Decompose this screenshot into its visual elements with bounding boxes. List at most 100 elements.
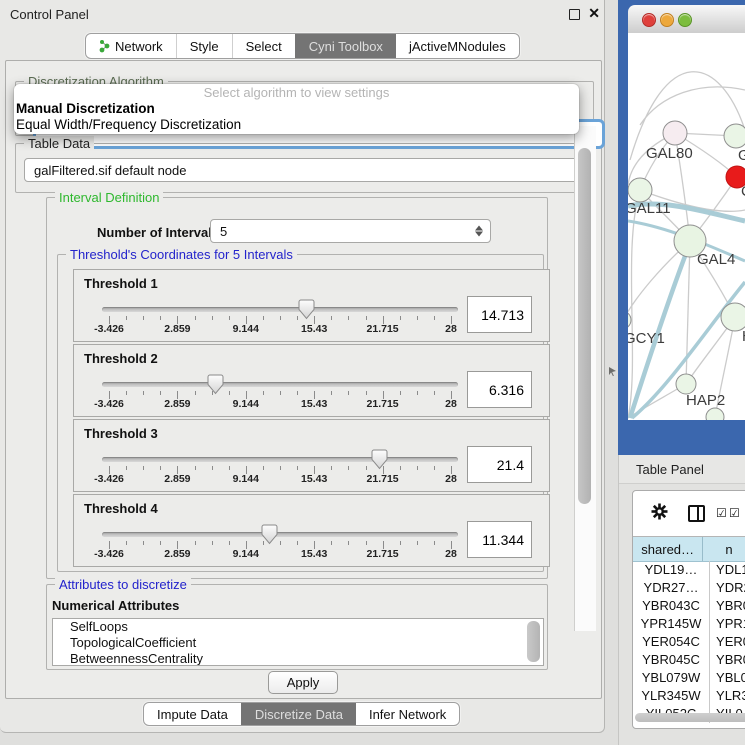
slider-tick xyxy=(366,316,367,320)
tab-select[interactable]: Select xyxy=(232,34,295,58)
cell-name[interactable]: YBR0 xyxy=(710,597,745,615)
algorithm-dropdown-popup: Select algorithm to view settings Manual… xyxy=(14,84,579,134)
slider-tick-label: 9.144 xyxy=(216,548,276,560)
cell-shared-name[interactable]: YPR145W xyxy=(633,615,710,633)
table-horizontal-scrollbar[interactable] xyxy=(635,713,745,722)
cell-shared-name[interactable]: YDR27… xyxy=(633,579,710,597)
attribute-item-topologicalcoefficient[interactable]: TopologicalCoefficient xyxy=(53,635,543,651)
table-row[interactable]: YDR27…YDR2 xyxy=(633,579,745,597)
table-header-row[interactable]: shared… n xyxy=(633,536,745,562)
slider-track[interactable] xyxy=(102,532,458,537)
top-tab-bar: NetworkStyleSelectCyni Toolbox jActiveMNo… xyxy=(85,33,520,59)
cell-shared-name[interactable]: YBL079W xyxy=(633,669,710,687)
attributes-scrollbar[interactable] xyxy=(527,621,540,662)
content-scrollbar-thumb[interactable] xyxy=(578,148,591,504)
tab-cyni-toolbox[interactable]: Cyni Toolbox xyxy=(295,34,396,58)
attribute-items: SelfLoopsTopologicalCoefficientBetweenne… xyxy=(53,619,543,666)
table-row[interactable]: YLR345WYLR3 xyxy=(633,687,745,705)
network-node-h[interactable] xyxy=(721,303,745,331)
mouse-cursor xyxy=(609,367,616,376)
gear-icon[interactable] xyxy=(651,503,668,520)
close-icon[interactable]: ✕ xyxy=(588,5,600,22)
slider-thumb[interactable] xyxy=(207,374,224,395)
network-node-gcy1[interactable] xyxy=(628,311,631,329)
network-node-gal80[interactable] xyxy=(663,121,687,145)
column-header-shared-name[interactable]: shared… xyxy=(633,537,703,561)
tab-network[interactable]: Network xyxy=(86,34,176,58)
content-scrollbar[interactable] xyxy=(574,126,596,631)
attribute-item-selfloops[interactable]: SelfLoops xyxy=(53,619,543,635)
tab-style[interactable]: Style xyxy=(176,34,232,58)
split-columns-icon[interactable] xyxy=(688,505,705,522)
slider-thumb[interactable] xyxy=(298,299,315,320)
cell-name[interactable]: YBL0 xyxy=(710,669,745,687)
threshold-value-field[interactable]: 11.344 xyxy=(467,521,532,558)
cell-name[interactable]: YER0 xyxy=(710,633,745,651)
cell-shared-name[interactable]: YBR045C xyxy=(633,651,710,669)
network-node[interactable] xyxy=(706,408,724,420)
checkbox-icon[interactable]: ☑ xyxy=(716,507,727,519)
cell-name[interactable]: YLR3 xyxy=(710,687,745,705)
network-edge[interactable] xyxy=(640,87,745,125)
popup-item-manual-discretization[interactable]: Manual Discretization xyxy=(14,101,579,117)
num-intervals-combobox[interactable]: 5 xyxy=(210,219,491,243)
tab-infer-network[interactable]: Infer Network xyxy=(356,703,459,725)
network-node-gal11[interactable] xyxy=(628,178,652,202)
minimize-button[interactable] xyxy=(660,13,674,27)
tab-label: jActiveMNodules xyxy=(409,39,506,54)
numerical-attributes-label: Numerical Attributes xyxy=(52,598,179,613)
table-row[interactable]: YBR043CYBR0 xyxy=(633,597,745,615)
slider-thumb[interactable] xyxy=(371,449,388,470)
cell-shared-name[interactable]: YBR043C xyxy=(633,597,710,615)
table-row[interactable]: YER054CYER0 xyxy=(633,633,745,651)
cell-name[interactable]: YDR2 xyxy=(710,579,745,597)
table-row[interactable]: YBL079WYBL0 xyxy=(633,669,745,687)
cell-shared-name[interactable]: YDL19… xyxy=(633,561,710,579)
numerical-attributes-list[interactable]: SelfLoopsTopologicalCoefficientBetweenne… xyxy=(52,618,544,666)
tab-discretize-data[interactable]: Discretize Data xyxy=(241,703,356,725)
popup-prompt: Select algorithm to view settings xyxy=(14,84,579,101)
network-canvas[interactable]: GAL80GCGAL11GAL4GCY1HHAP2 xyxy=(628,33,745,420)
threshold-value-field[interactable]: 14.713 xyxy=(467,296,532,333)
close-button[interactable] xyxy=(642,13,656,27)
attributes-group-title: Attributes to discretize xyxy=(55,577,191,592)
cell-name[interactable]: YDL1 xyxy=(710,561,745,579)
node-label: G xyxy=(738,147,745,164)
table-row[interactable]: YPR145WYPR1 xyxy=(633,615,745,633)
threshold-value-field[interactable]: 6.316 xyxy=(467,371,532,408)
table-data-combobox[interactable]: galFiltered.sif default node xyxy=(24,158,593,182)
tab-jactivemnodules[interactable]: jActiveMNodules xyxy=(396,34,519,58)
apply-button[interactable]: Apply xyxy=(268,671,338,694)
attribute-item-betweennesscentrality[interactable]: BetweennessCentrality xyxy=(53,651,543,666)
cell-shared-name[interactable]: YLR345W xyxy=(633,687,710,705)
cell-shared-name[interactable]: YER054C xyxy=(633,633,710,651)
control-panel-window: Control Panel ✕ NetworkStyleSelectCyni T… xyxy=(0,0,605,733)
slider-tick xyxy=(400,391,401,395)
zoom-button[interactable] xyxy=(678,13,692,27)
slider-tick-label: 9.144 xyxy=(216,323,276,335)
slider-thumb[interactable] xyxy=(261,524,278,545)
checkbox-icon[interactable]: ☑ xyxy=(729,507,740,519)
control-panel-titlebar: Control Panel ✕ xyxy=(0,0,604,28)
slider-track[interactable] xyxy=(102,307,458,312)
cell-name[interactable]: YBR0 xyxy=(710,651,745,669)
slider-tick xyxy=(366,391,367,395)
column-header-name[interactable]: n xyxy=(703,537,745,561)
table-row[interactable]: YBR045CYBR0 xyxy=(633,651,745,669)
network-node-g[interactable] xyxy=(724,124,745,148)
network-edge[interactable] xyxy=(686,241,690,384)
network-node-hap2[interactable] xyxy=(676,374,696,394)
slider-tick xyxy=(331,466,332,470)
threshold-value-field[interactable]: 21.4 xyxy=(467,446,532,483)
popup-item-equal-width-frequency-discretization[interactable]: Equal Width/Frequency Discretization xyxy=(14,117,579,133)
slider-track[interactable] xyxy=(102,382,458,387)
slider-tick xyxy=(143,391,144,395)
float-window-icon[interactable] xyxy=(569,9,580,20)
slider-track[interactable] xyxy=(102,457,458,462)
network-window-titlebar[interactable] xyxy=(628,5,745,34)
table-row[interactable]: YDL19…YDL1 xyxy=(633,561,745,579)
tab-impute-data[interactable]: Impute Data xyxy=(144,703,241,725)
node-label: HAP2 xyxy=(686,392,725,409)
slider-tick xyxy=(160,541,161,545)
cell-name[interactable]: YPR1 xyxy=(710,615,745,633)
